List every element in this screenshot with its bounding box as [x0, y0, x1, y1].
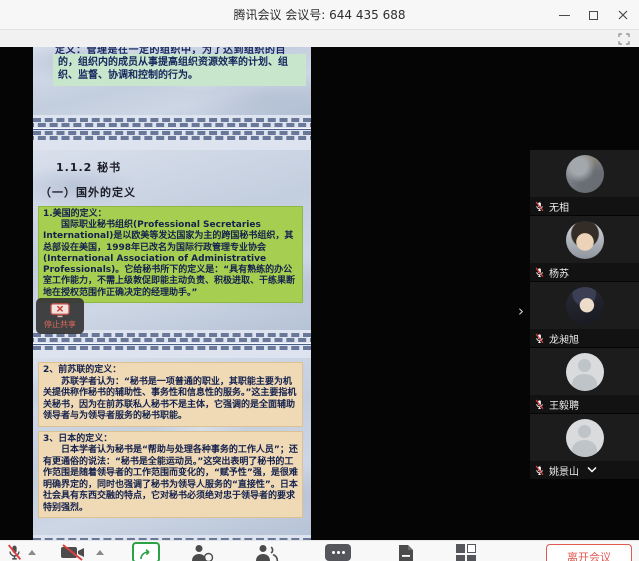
members-icon: [254, 544, 280, 561]
shared-slides: 定义：管理是在一定的组织中，为了达到组织的目 的，组织内的成员从事提高组织资源效…: [33, 47, 311, 544]
minimize-button[interactable]: [550, 0, 579, 30]
slide1-body: 的，组织内的成员从事提高组织资源效率的计划、组织、监督、协调和控制的行为。: [58, 57, 288, 81]
video-area: [530, 414, 639, 461]
camera-options-button[interactable]: [96, 550, 104, 555]
chevron-right-icon: ›: [518, 302, 524, 320]
share-screen-button[interactable]: [132, 542, 160, 561]
slide2-title: 1.1.2 秘书: [56, 159, 311, 175]
minimize-icon: [559, 15, 570, 16]
participant-name: 王毅聘: [549, 397, 579, 412]
members-button[interactable]: [254, 544, 280, 561]
dot-icon: [337, 551, 340, 554]
share-screen-active-icon: [139, 549, 153, 561]
bottom-toolbar: 离开会议: [0, 540, 639, 561]
participant-tile-yangsu[interactable]: 杨苏: [530, 216, 639, 281]
leave-meeting-label: 离开会议: [567, 549, 611, 561]
expand-list-button[interactable]: [586, 466, 598, 474]
camera-button[interactable]: [60, 544, 86, 561]
mic-muted-icon: [534, 267, 545, 278]
square-icon: [456, 544, 465, 553]
slide-divider: [33, 330, 311, 358]
slide3-box1-body: 苏联学者认为：“秘书是一项普通的职业，其职能主要为机关提供称作秘书的辅助性、事务…: [43, 377, 298, 423]
close-icon: [618, 10, 628, 20]
invite-button[interactable]: [190, 544, 214, 561]
slide2-definition-box: 1.美国的定义： 国际职业秘书组织(Professional Secretari…: [38, 206, 303, 303]
mic-muted-icon: [534, 465, 545, 476]
slide1-clipped-line: 定义：管理是在一定的组织中，为了达到组织的目: [55, 47, 303, 54]
video-area: [530, 150, 639, 197]
slide2-box-heading: 1.美国的定义：: [43, 209, 298, 220]
sidebar-collapse-button[interactable]: ›: [512, 300, 530, 322]
camera-muted-icon: [60, 544, 86, 561]
avatar: [566, 419, 604, 457]
stop-share-label: 停止共享: [44, 319, 76, 330]
chevron-down-icon: [586, 466, 598, 474]
slide1-text-box: 的，组织内的成员从事提高组织资源效率的计划、组织、监督、协调和控制的行为。: [53, 54, 306, 86]
slide2-box-body: 国际职业秘书组织(Professional Secretaries Intern…: [43, 220, 298, 299]
invite-person-icon: [190, 544, 214, 561]
participant-name: 杨苏: [549, 265, 569, 280]
slide-1: 定义：管理是在一定的组织中，为了达到组织的目 的，组织内的成员从事提高组织资源效…: [33, 47, 311, 115]
title-bar: 腾讯会议 会议号: 644 435 688: [0, 0, 639, 30]
leave-meeting-button[interactable]: 离开会议: [546, 544, 632, 561]
video-area: [530, 348, 639, 395]
avatar: [566, 221, 604, 259]
avatar: [566, 155, 604, 193]
participant-tile-wuxiang[interactable]: 无相: [530, 150, 639, 215]
dot-icon: [332, 551, 335, 554]
arrow-up-icon: [96, 550, 104, 555]
maximize-button[interactable]: [579, 0, 608, 30]
participant-name: 无相: [549, 199, 569, 214]
slide-divider: [33, 115, 311, 150]
slide3-box1-heading: 2、前苏联的定义：: [43, 365, 298, 377]
window-controls: [550, 0, 637, 30]
close-button[interactable]: [608, 0, 637, 30]
mic-muted-icon: [534, 399, 545, 410]
fullscreen-button[interactable]: [616, 31, 632, 46]
more-button[interactable]: [325, 544, 351, 561]
slide2-subtitle: （一）国外的定义: [40, 184, 311, 200]
document-icon: [398, 544, 414, 561]
slide3-japan-box: 3、日本的定义： 日本学者认为秘书是“帮助与处理各种事务的工作人员”；还有更通俗…: [38, 431, 303, 519]
participant-name-bar: 杨苏: [530, 263, 639, 281]
slide-3: 2、前苏联的定义： 苏联学者认为：“秘书是一项普通的职业，其职能主要为机关提供称…: [33, 358, 311, 535]
mic-options-button[interactable]: [28, 550, 36, 555]
arrow-up-icon: [28, 550, 36, 555]
participant-list: 无相 杨苏 龙昶旭 王毅聘: [530, 150, 639, 480]
participant-tile-yaojingshan[interactable]: 姚景山: [530, 414, 639, 479]
slide3-box2-body: 日本学者认为秘书是“帮助与处理各种事务的工作人员”；还有更通俗的说法：“秘书是全…: [43, 445, 298, 514]
maximize-icon: [589, 11, 598, 20]
participant-tile-wangyipin[interactable]: 王毅聘: [530, 348, 639, 413]
slide3-box2-heading: 3、日本的定义：: [43, 434, 298, 446]
fullscreen-icon: [618, 33, 630, 45]
avatar: [566, 287, 604, 325]
participant-tile-longchangxu[interactable]: 龙昶旭: [530, 282, 639, 347]
mic-muted-icon: [534, 333, 545, 344]
video-area: [530, 216, 639, 263]
square-outline-icon: [467, 544, 476, 553]
docs-button[interactable]: [398, 544, 414, 561]
square-icon: [456, 555, 465, 561]
participant-name: 姚景山: [549, 463, 579, 478]
mic-muted-icon: [534, 201, 545, 212]
participant-name-bar: 姚景山: [530, 461, 639, 479]
mic-muted-icon: [6, 544, 23, 561]
avatar: [566, 353, 604, 391]
dot-icon: [342, 551, 345, 554]
participant-name-bar: 王毅聘: [530, 395, 639, 413]
participant-name-bar: 龙昶旭: [530, 329, 639, 347]
participant-name: 龙昶旭: [549, 331, 579, 346]
window-title: 腾讯会议 会议号: 644 435 688: [233, 6, 405, 23]
stop-share-button[interactable]: 停止共享: [36, 298, 84, 334]
stop-share-icon: [50, 303, 70, 318]
participant-name-bar: 无相: [530, 197, 639, 215]
video-area: [530, 282, 639, 329]
square-icon: [467, 555, 476, 561]
slide3-soviet-box: 2、前苏联的定义： 苏联学者认为：“秘书是一项普通的职业，其职能主要为机关提供称…: [38, 362, 303, 427]
shared-screen-strip: [0, 30, 639, 47]
mic-button[interactable]: [6, 544, 23, 561]
apps-button[interactable]: [456, 544, 476, 561]
